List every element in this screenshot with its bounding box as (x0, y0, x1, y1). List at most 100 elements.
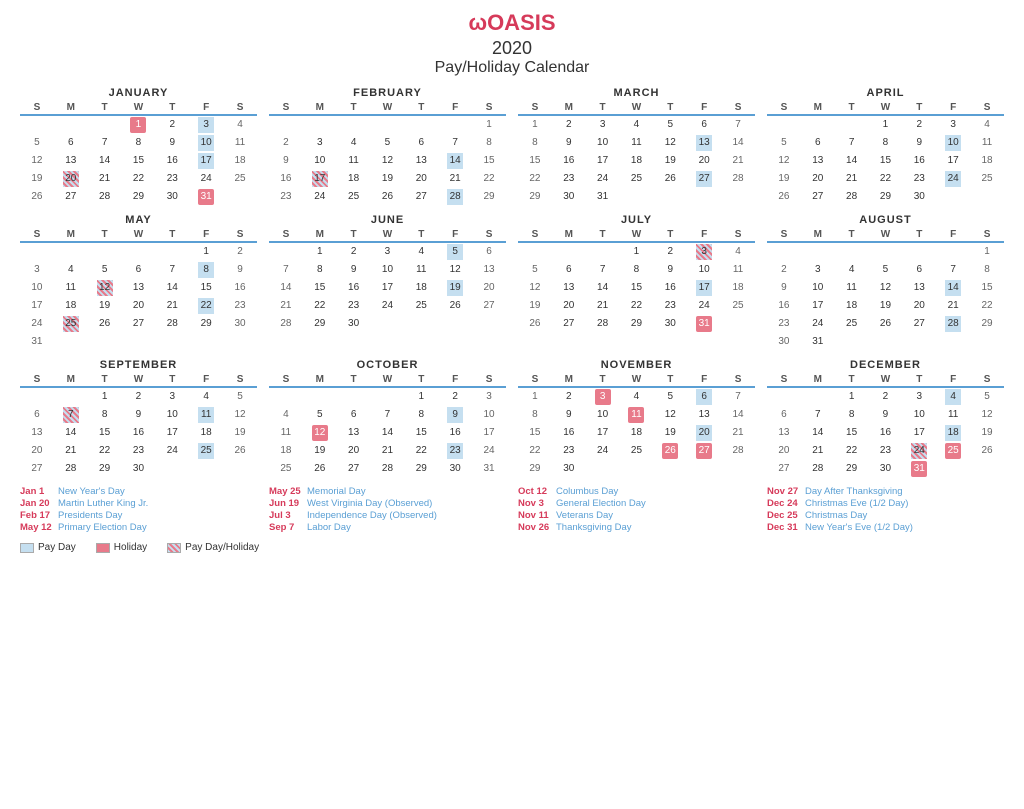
calendar-day: 16 (767, 297, 801, 315)
calendar-day: 4 (721, 242, 755, 261)
calendar-day: 5 (20, 134, 54, 152)
calendar-day: 19 (223, 424, 257, 442)
day-number: 17 (911, 425, 927, 441)
calendar-day: 25 (835, 315, 869, 333)
calendar-day: 30 (902, 188, 936, 206)
day-number: 27 (561, 316, 577, 332)
calendar-day: 25 (620, 170, 654, 188)
calendar-day: 2 (653, 242, 687, 261)
day-number: 23 (232, 298, 248, 314)
day-number: 2 (662, 244, 678, 260)
day-number: 1 (97, 389, 113, 405)
calendar-day: 24 (472, 442, 506, 460)
day-number: 25 (63, 316, 79, 332)
day-number: 3 (945, 117, 961, 133)
day-of-week-header: F (687, 373, 721, 387)
day-number: 13 (130, 280, 146, 296)
day-of-week-header: M (54, 228, 88, 242)
day-number: 2 (130, 389, 146, 405)
day-number: 22 (628, 298, 644, 314)
day-of-week-header: T (337, 373, 371, 387)
calendar-day: 8 (88, 406, 122, 424)
day-of-week-header: T (155, 228, 189, 242)
day-number: 20 (29, 443, 45, 459)
month-february: FEBRUARYSMTWTFS 123456789101112131415161… (269, 87, 506, 206)
day-number: 16 (662, 280, 678, 296)
month-september: SEPTEMBERSMTWTFS 12345678910111213141516… (20, 359, 257, 478)
calendar-day: 23 (902, 170, 936, 188)
day-number: 29 (527, 461, 543, 477)
calendar-day: 18 (835, 297, 869, 315)
calendar-day (269, 242, 303, 261)
day-of-week-header: F (438, 228, 472, 242)
footnote-description: New Year's Day (58, 486, 125, 497)
calendar-day: 8 (518, 134, 552, 152)
calendar-day: 16 (438, 424, 472, 442)
day-number: 28 (730, 171, 746, 187)
calendar-day: 23 (223, 297, 257, 315)
holiday-swatch (96, 543, 110, 553)
calendar-day: 4 (936, 387, 970, 406)
day-number: 4 (945, 389, 961, 405)
day-number: 22 (312, 298, 328, 314)
day-number: 28 (945, 316, 961, 332)
calendar-day (88, 333, 122, 351)
calendar-day: 5 (303, 406, 337, 424)
day-of-week-header: F (936, 373, 970, 387)
calendar-day: 29 (303, 315, 337, 333)
calendar-day: 5 (518, 261, 552, 279)
calendar-day: 9 (552, 406, 586, 424)
calendar-day (586, 460, 620, 478)
day-number: 22 (527, 171, 543, 187)
day-number: 21 (447, 171, 463, 187)
month-table: SMTWTFS123456789101112131415161718192021… (518, 373, 755, 478)
calendar-day: 20 (687, 152, 721, 170)
day-number: 25 (730, 298, 746, 314)
day-number: 10 (29, 280, 45, 296)
day-number: 27 (29, 461, 45, 477)
day-number: 25 (346, 189, 362, 205)
day-number: 10 (164, 407, 180, 423)
day-number: 8 (628, 262, 644, 278)
calendar-day (88, 242, 122, 261)
calendar-day: 5 (88, 261, 122, 279)
calendar-day: 5 (767, 134, 801, 152)
calendar-day: 8 (189, 261, 223, 279)
day-number: 14 (945, 280, 961, 296)
calendar-day (653, 188, 687, 206)
month-table: SMTWTFS 12345678910111213141516171819202… (269, 101, 506, 206)
day-of-week-header: S (269, 101, 303, 115)
footnote-row: Jun 19West Virginia Day (Observed) (269, 498, 506, 509)
calendar-day: 30 (767, 333, 801, 351)
month-title: JANUARY (20, 87, 257, 99)
day-number: 12 (312, 425, 328, 441)
day-number: 8 (198, 262, 214, 278)
day-number: 6 (29, 407, 45, 423)
calendar-day: 4 (189, 387, 223, 406)
footnote-description: Independence Day (Observed) (307, 510, 437, 521)
calendar-day: 21 (371, 442, 405, 460)
calendar-day: 25 (54, 315, 88, 333)
calendar-day: 27 (767, 460, 801, 478)
calendar-day: 26 (438, 297, 472, 315)
day-of-week-header: T (835, 101, 869, 115)
calendar-day: 24 (586, 170, 620, 188)
day-number: 19 (662, 153, 678, 169)
day-number: 2 (561, 117, 577, 133)
calendar-day (687, 460, 721, 478)
calendar-day: 20 (404, 170, 438, 188)
day-number: 26 (29, 189, 45, 205)
day-number: 27 (810, 189, 826, 205)
day-number: 15 (844, 425, 860, 441)
calendar-day: 19 (653, 424, 687, 442)
day-number: 2 (278, 135, 294, 151)
calendar-day: 29 (122, 188, 156, 206)
day-of-week-header: S (518, 373, 552, 387)
day-number: 21 (164, 298, 180, 314)
day-of-week-header: T (653, 228, 687, 242)
day-number: 19 (527, 298, 543, 314)
calendar-day: 21 (801, 442, 835, 460)
day-number: 27 (413, 189, 429, 205)
calendar-day: 27 (687, 442, 721, 460)
day-of-week-header: S (223, 228, 257, 242)
